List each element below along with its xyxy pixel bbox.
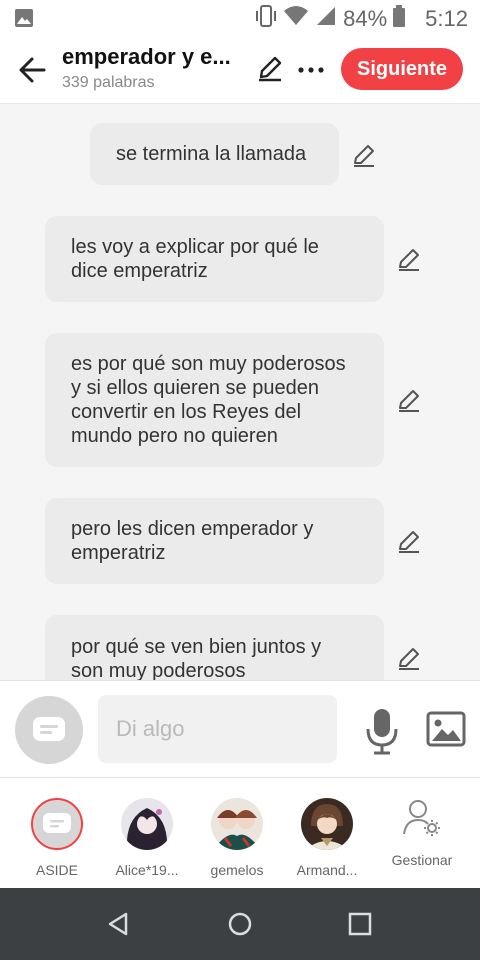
battery-icon <box>393 5 406 33</box>
message-text: pero les dicen emperador y emperatriz <box>71 518 314 564</box>
chat-bubble-icon <box>33 717 65 741</box>
message-input[interactable] <box>98 695 337 763</box>
character-label: Armand... <box>296 862 358 878</box>
message-text: es por qué son muy poderosos y si ellos … <box>71 353 346 447</box>
aside-toggle-button[interactable] <box>15 696 83 764</box>
avatar <box>211 798 263 850</box>
next-button[interactable]: Siguiente <box>341 48 463 90</box>
chat-bubble-icon <box>43 813 71 833</box>
message-list[interactable]: se termina la llamada les voy a explicar… <box>0 104 480 680</box>
word-count: 339 palabras <box>62 74 155 91</box>
edit-message-pencil-icon[interactable] <box>396 246 422 272</box>
message-text: les voy a explicar por qué le dice emper… <box>71 236 319 282</box>
composer-bar <box>0 680 480 778</box>
back-arrow-icon[interactable] <box>16 54 48 86</box>
aside-avatar <box>31 798 83 850</box>
clock: 5:12 <box>425 6 468 31</box>
status-bar: 84% 5:12 <box>0 0 480 36</box>
character-label: Alice*19... <box>115 862 179 878</box>
home-circle-icon[interactable] <box>227 911 253 937</box>
message-bubble[interactable]: les voy a explicar por qué le dice emper… <box>45 216 384 302</box>
character-alice[interactable]: Alice*19... <box>107 798 187 878</box>
character-label: ASIDE <box>35 862 78 878</box>
character-aside[interactable]: ASIDE <box>17 798 97 878</box>
system-nav-bar <box>0 888 480 960</box>
edit-message-pencil-icon[interactable] <box>396 387 422 413</box>
character-gemelos[interactable]: gemelos <box>197 798 277 878</box>
signal-icon <box>315 5 337 33</box>
edit-message-pencil-icon[interactable] <box>351 142 377 168</box>
edit-title-pencil-icon[interactable] <box>256 54 284 82</box>
character-armand[interactable]: Armand... <box>287 798 367 878</box>
battery-percent: 84% <box>343 6 388 31</box>
message-text: por qué se ven bien juntos y son muy pod… <box>71 636 322 680</box>
message-bubble[interactable]: es por qué son muy poderosos y si ellos … <box>45 333 384 467</box>
message-bubble[interactable]: se termina la llamada <box>90 123 339 185</box>
image-icon[interactable] <box>426 711 466 747</box>
wifi-icon <box>283 5 309 33</box>
message-bubble[interactable]: pero les dicen emperador y emperatriz <box>45 498 384 584</box>
character-label: Gestionar <box>391 852 453 868</box>
editor-header: emperador y e... 339 palabras Siguiente <box>0 36 480 104</box>
image-notification-icon <box>14 8 34 33</box>
edit-message-pencil-icon[interactable] <box>396 528 422 554</box>
story-title: emperador y e... <box>62 44 231 69</box>
person-settings-icon <box>396 798 448 838</box>
manage-characters[interactable]: Gestionar <box>382 798 462 868</box>
character-selector: ASIDE Alice*19... gemelos Armand... Gest… <box>0 778 480 888</box>
character-label: gemelos <box>210 862 264 878</box>
avatar <box>301 798 353 850</box>
more-options-icon[interactable] <box>296 56 326 84</box>
recents-square-icon[interactable] <box>347 911 373 937</box>
back-triangle-icon[interactable] <box>106 911 132 937</box>
vibrate-icon <box>255 4 277 34</box>
message-bubble[interactable]: por qué se ven bien juntos y son muy pod… <box>45 615 384 680</box>
edit-message-pencil-icon[interactable] <box>396 645 422 671</box>
microphone-icon[interactable] <box>364 707 400 755</box>
avatar <box>121 798 173 850</box>
message-text: se termina la llamada <box>116 143 307 165</box>
